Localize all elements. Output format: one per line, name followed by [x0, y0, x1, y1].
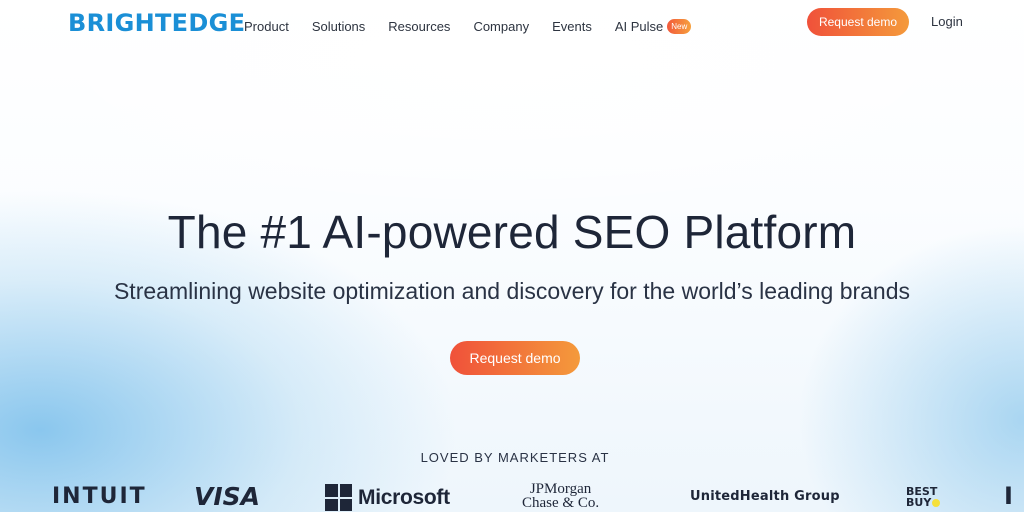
unitedhealth-logo: UnitedHealth Group — [690, 489, 840, 504]
jpmorgan-line-1: JPMorgan — [529, 481, 592, 497]
hero-subtitle: Streamlining website optimization and di… — [113, 278, 911, 304]
customer-logos: INTUIT VISA Microsoft JPMorgan Chase & C… — [0, 478, 1024, 512]
hero-request-demo-button[interactable]: Request demo — [450, 341, 580, 375]
hero-title: The #1 AI-powered SEO Platform — [167, 206, 857, 258]
request-demo-button[interactable]: Request demo — [807, 8, 909, 36]
main-nav: Product Solutions Resources Company Even… — [244, 19, 714, 34]
intuit-logo: INTUIT — [52, 484, 147, 509]
customers-heading: LOVED BY MARKETERS AT — [420, 450, 610, 465]
jpmorgan-line-2: Chase & Co. — [522, 495, 600, 511]
bestbuy-line-2: BUY — [906, 496, 932, 509]
nav-item-label: Company — [473, 19, 530, 34]
nav-item-label: Product — [244, 19, 289, 34]
nav-item-solutions[interactable]: Solutions — [312, 19, 365, 34]
nav-item-resources[interactable]: Resources — [388, 19, 450, 34]
visa-logo: VISA — [194, 482, 261, 511]
bestbuy-tag-icon — [932, 499, 941, 507]
jpmorgan-logo: JPMorgan Chase & Co. — [522, 481, 600, 511]
nav-item-events[interactable]: Events — [552, 19, 592, 34]
nav-item-product[interactable]: Product — [244, 19, 289, 34]
nav-item-ai-pulse[interactable]: AI Pulse New — [614, 19, 692, 34]
login-link[interactable]: Login — [931, 14, 963, 29]
nav-item-label: Events — [552, 19, 592, 34]
nav-item-label: Solutions — [311, 19, 366, 34]
brightedge-logo[interactable]: BRIGHTEDGE — [68, 9, 245, 37]
top-navigation: BRIGHTEDGE Product Solutions Resources C… — [0, 0, 1024, 50]
partial-logo: I — [1004, 482, 1013, 510]
bestbuy-logo: BEST BUY — [906, 486, 941, 509]
microsoft-logo-text: Microsoft — [358, 485, 450, 509]
microsoft-grid-icon — [325, 484, 352, 511]
new-badge: New — [667, 19, 692, 34]
nav-item-label: Resources — [388, 19, 451, 34]
microsoft-logo: Microsoft — [325, 484, 450, 511]
nav-item-company[interactable]: Company — [473, 19, 529, 34]
nav-item-label: AI Pulse — [614, 19, 664, 34]
